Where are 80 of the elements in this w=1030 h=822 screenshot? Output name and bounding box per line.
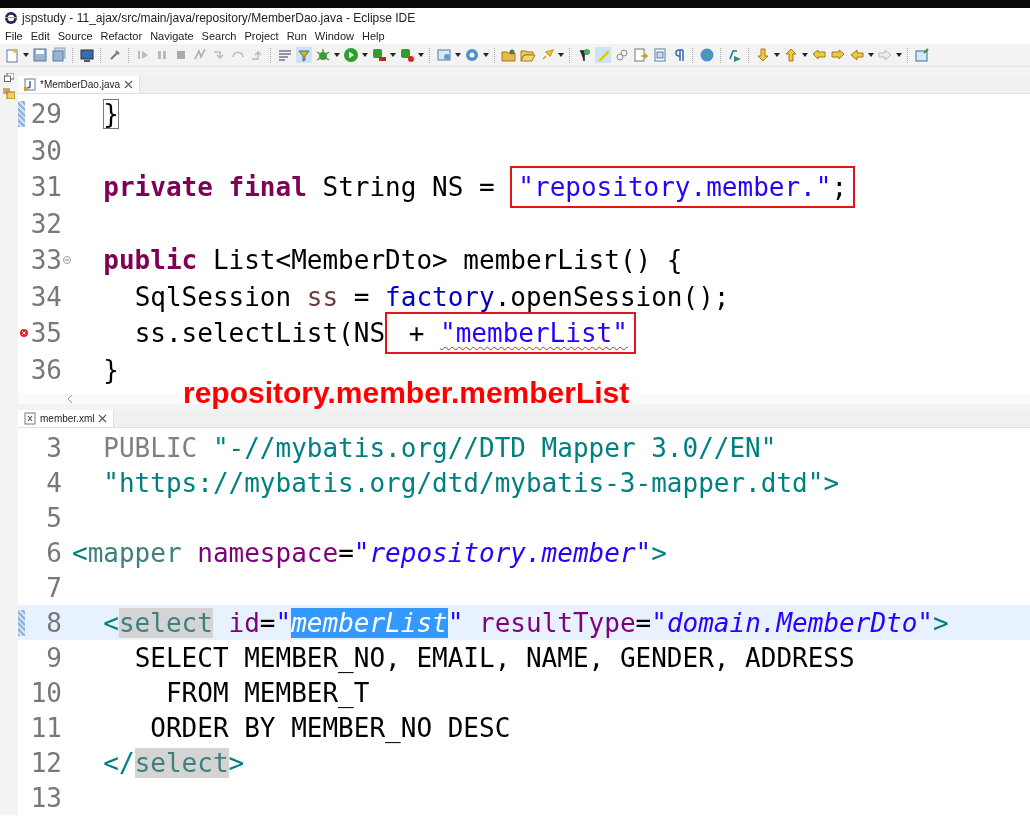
menu-item[interactable]: Run [285,30,314,42]
menu-item[interactable]: Help [361,30,392,42]
dropdown-caret-icon[interactable] [390,53,396,57]
open-folder-icon[interactable] [520,47,536,63]
annotation-caption: repository.member.memberList [183,376,630,409]
line-number: 13 [30,782,62,813]
dropdown-caret-icon[interactable] [483,53,489,57]
code-line: <mapper namespace="repository.member"> [72,537,667,568]
block-select-icon[interactable] [652,47,668,63]
dropdown-caret-icon[interactable] [868,53,874,57]
menu-item[interactable]: Project [243,30,286,42]
line-number: 35 [30,318,62,349]
code-line: SELECT MEMBER_NO, EMAIL, NAME, GENDER, ADDRESS [133,642,855,673]
dropdown-caret-icon[interactable] [896,53,902,57]
line-number: 29 [30,99,62,130]
dropdown-caret-icon[interactable] [455,53,461,57]
menu-item[interactable]: File [4,30,30,42]
dropdown-caret-icon[interactable] [362,53,368,57]
line-number: 9 [46,642,62,673]
close-icon[interactable] [98,414,108,423]
code-line: } [102,99,119,130]
code-line: FROM MEMBER_T [164,677,370,708]
code-line: } [102,354,119,385]
restore-icon[interactable] [4,73,14,82]
link-icon[interactable] [614,47,630,63]
code-line: ORDER BY MEMBER_NO DESC [149,712,511,743]
code-line: PUBLIC "-//mybatis.org//DTD Mapper 3.0//EN" [102,432,777,463]
code-line: </select> [102,747,245,778]
line-number: 8 [46,607,62,638]
window-pin-icon[interactable] [914,47,930,63]
menu-item[interactable]: Search [200,30,244,42]
menu-item[interactable]: Edit [29,30,57,42]
xml-file-icon [24,412,36,425]
code-line: <select id="memberList" resultType="domain.MemberDto"> [102,607,949,638]
code-line: public List<MemberDto> memberList() { [102,245,683,276]
code-line: SqlSession ss = factory.openSession(); [133,281,730,312]
folder-icon[interactable] [501,47,517,63]
floppy-disks-icon[interactable] [51,47,67,63]
filter-icon[interactable] [296,47,312,63]
lines-icon[interactable] [277,47,293,63]
line-number: 11 [30,712,62,743]
line-number: 6 [46,537,62,568]
menu-item[interactable]: Source [56,30,100,42]
dropdown-caret-icon[interactable] [774,53,780,57]
editor-tab[interactable]: *MemberDao.java [18,76,141,93]
line-number: 3 [46,432,62,463]
run-server-icon[interactable] [371,47,387,63]
monitor-icon[interactable] [79,47,95,63]
document-arrow-icon[interactable] [633,47,649,63]
stop-server-icon[interactable] [399,47,415,63]
dropdown-caret-icon[interactable] [418,53,424,57]
line-number: 32 [30,208,62,239]
code-line: "https://mybatis.org/dtd/mybatis-3-mapper.dtd"> [102,467,840,498]
line-number: 10 [30,677,62,708]
line-number: 31 [30,172,62,203]
line-number: 30 [30,135,62,166]
annotation-box: "repository.member."; [510,166,856,209]
collapse-icon[interactable] [63,256,71,265]
line-number: 34 [30,281,62,312]
menu-item[interactable]: Refactor [99,30,150,42]
line-number: 4 [46,467,62,498]
package-explorer-icon[interactable] [3,88,15,99]
line-number: 33 [30,245,62,276]
java-file-icon [24,78,36,91]
line-number: 5 [46,502,62,533]
dropdown-caret-icon[interactable] [558,53,564,57]
menu-item[interactable]: Navigate [149,30,201,42]
app-icon [4,11,18,25]
line-number: 36 [30,354,62,385]
dropdown-caret-icon[interactable] [334,53,340,57]
window-title: jspstudy - 11_ajax/src/main/java/repository/MemberDao.java - Eclipse IDE [22,11,416,25]
menu-item[interactable]: Window [313,30,361,42]
close-icon[interactable] [124,80,134,89]
annotation-box: + "memberList" [385,312,636,355]
line-number: 12 [30,747,62,778]
dropdown-caret-icon[interactable] [802,53,808,57]
dropdown-caret-icon[interactable] [23,53,29,57]
scroll-left-icon[interactable] [68,394,73,403]
editor-tab[interactable]: member.xml [18,410,115,427]
line-number: 7 [46,572,62,603]
